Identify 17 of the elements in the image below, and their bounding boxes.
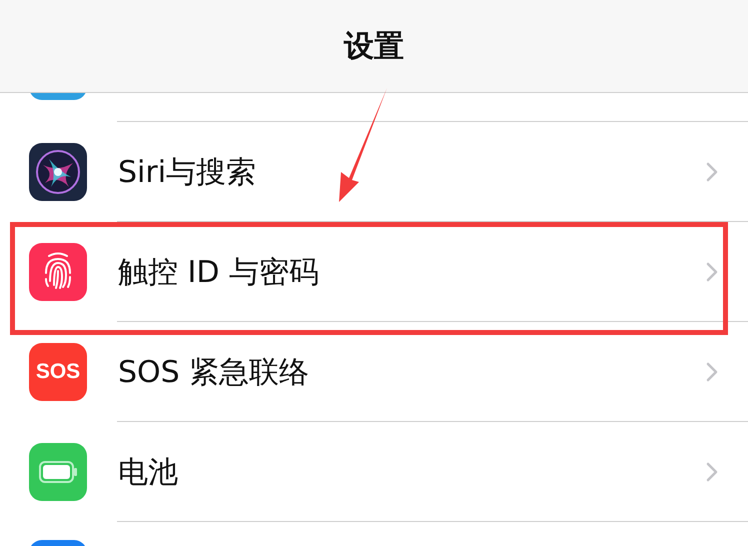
settings-row[interactable]: 触控 ID 与密码	[0, 222, 748, 322]
settings-row[interactable]: SOS SOS 紧急联络	[0, 322, 748, 422]
sos-icon: SOS	[29, 343, 87, 401]
settings-row[interactable]: 电池	[0, 422, 748, 522]
battery-icon	[29, 443, 87, 501]
siri-orb-icon	[29, 143, 87, 201]
page-title: 设置	[344, 28, 404, 66]
settings-row[interactable]: Siri与搜索	[0, 122, 748, 222]
chevron-icon	[706, 162, 718, 182]
row-label: SOS 紧急联络	[118, 354, 310, 392]
row-label: 电池	[118, 454, 179, 492]
row-label: 触控 ID 与密码	[118, 254, 320, 292]
chevron-icon	[706, 462, 718, 482]
row-label: Siri与搜索	[118, 154, 258, 192]
chevron-icon	[706, 262, 718, 282]
fingerprint-icon	[29, 243, 87, 301]
chevron-icon	[706, 362, 718, 382]
